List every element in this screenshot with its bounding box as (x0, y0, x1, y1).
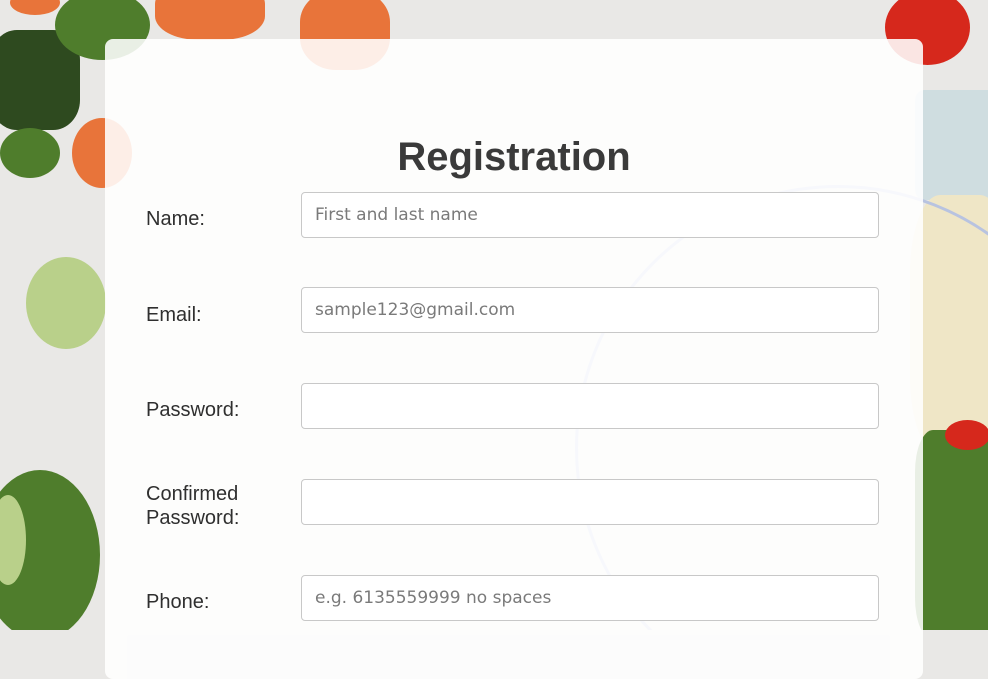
phone-label: Phone: (146, 591, 210, 613)
name-input[interactable] (301, 192, 879, 238)
name-label: Name: (146, 208, 205, 230)
registration-card: Registration Name: Email: Password: Conf… (105, 39, 923, 679)
phone-input[interactable] (301, 575, 879, 621)
confirmed-password-label: Confirmed Password: (146, 483, 240, 529)
password-input[interactable] (301, 383, 879, 429)
page-title: Registration (397, 135, 631, 179)
email-label: Email: (146, 304, 202, 326)
confirmed-password-input[interactable] (301, 479, 879, 525)
password-label: Password: (146, 399, 240, 421)
email-input[interactable] (301, 287, 879, 333)
